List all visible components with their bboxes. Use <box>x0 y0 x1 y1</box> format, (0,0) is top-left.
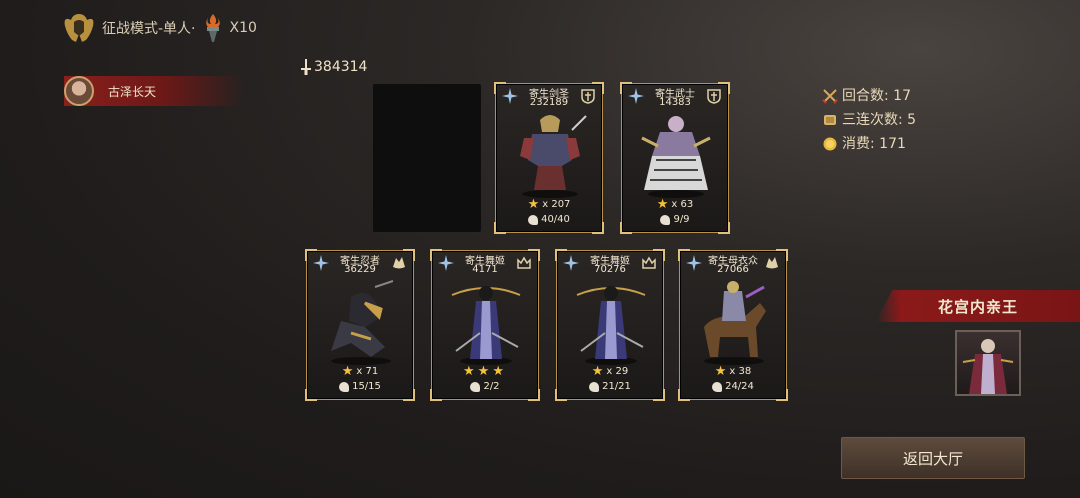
torch-icon <box>205 14 220 42</box>
unit-count: 9/9 <box>622 214 728 225</box>
mode-header: 征战模式-单人· X10 <box>62 12 257 44</box>
star-count: ★ x 38 <box>714 364 752 379</box>
dancer-figure <box>451 286 521 365</box>
star-rating: ★ ★ ★ <box>463 364 504 379</box>
unit-count: 21/21 <box>557 381 663 392</box>
unit-count: 15/15 <box>307 381 413 392</box>
unit-count: 2/2 <box>432 381 538 392</box>
wolf-icon <box>712 381 723 392</box>
unit-card[interactable]: 寄生武士 14383 ★ x 63 9/9 <box>620 82 730 234</box>
empty-card-slot[interactable] <box>373 84 481 232</box>
coin-icon <box>823 137 837 151</box>
unit-card[interactable]: 寄生忍者 36229 ★ x 71 15/15 <box>305 249 415 401</box>
card-power: 14383 <box>659 97 691 108</box>
boss-portrait[interactable] <box>955 330 1021 396</box>
boss-name: 花宫内亲王 <box>937 297 1018 316</box>
card-power: 36229 <box>344 264 376 275</box>
team-power-value: 384314 <box>314 59 368 75</box>
rounds-row: 回合数: 17 <box>822 84 916 108</box>
card-power: 27066 <box>717 264 749 275</box>
card-power: 4171 <box>472 264 498 275</box>
boss-figure <box>962 339 1014 394</box>
wolf-icon <box>339 381 350 392</box>
multiplier-label: X10 <box>229 20 257 36</box>
unit-card[interactable]: 寄生舞姬 70276 ★ x 29 21/21 <box>555 249 665 401</box>
unit-card[interactable]: 寄生母衣众 27066 ★ x 38 24/24 <box>678 249 788 401</box>
cavalry-figure <box>704 281 766 365</box>
wolf-icon <box>660 214 671 225</box>
scroll-icon <box>824 115 836 125</box>
dancer-figure <box>576 286 646 365</box>
unit-count: 24/24 <box>680 381 786 392</box>
sword-power-icon <box>301 59 311 75</box>
team-power: 384314 <box>300 59 367 75</box>
mode-label: 征战模式-单人· <box>102 21 196 37</box>
warrior-figure <box>641 116 711 198</box>
star-count: ★ x 29 <box>591 364 629 379</box>
player-avatar[interactable] <box>64 76 94 106</box>
unit-count: 40/40 <box>496 214 602 225</box>
star-count: ★ x 71 <box>341 364 379 379</box>
unit-card[interactable]: 寄生剑圣 232189 ★ x 207 40/40 <box>494 82 604 234</box>
wolf-icon <box>589 381 600 392</box>
samurai-figure <box>520 115 587 198</box>
star-count: ★ x 207 <box>527 197 571 212</box>
helmet-icon <box>64 14 94 42</box>
cost-text: 消费: 171 <box>842 136 906 152</box>
rounds-text: 回合数: 17 <box>842 88 911 104</box>
card-power: 70276 <box>594 264 626 275</box>
star-count: ★ x 63 <box>656 197 694 212</box>
back-to-lobby-button[interactable]: 返回大厅 <box>841 437 1025 479</box>
cost-row: 消费: 171 <box>822 132 916 156</box>
battle-stats: 回合数: 17 三连次数: 5 消费: 171 <box>822 84 916 156</box>
ninja-figure <box>331 280 394 365</box>
wolf-icon <box>528 214 539 225</box>
player-tag[interactable]: 古泽长天 <box>64 76 244 106</box>
wolf-icon <box>470 381 481 392</box>
combo-text: 三连次数: 5 <box>842 112 917 128</box>
combo-row: 三连次数: 5 <box>822 108 916 132</box>
crossed-swords-icon <box>822 89 838 104</box>
unit-card[interactable]: 寄生舞姬 4171 ★ ★ ★ 2/2 <box>430 249 540 401</box>
boss-banner: 花宫内亲王 <box>876 290 1080 322</box>
card-power: 232189 <box>529 97 569 108</box>
player-name: 古泽长天 <box>108 84 157 99</box>
